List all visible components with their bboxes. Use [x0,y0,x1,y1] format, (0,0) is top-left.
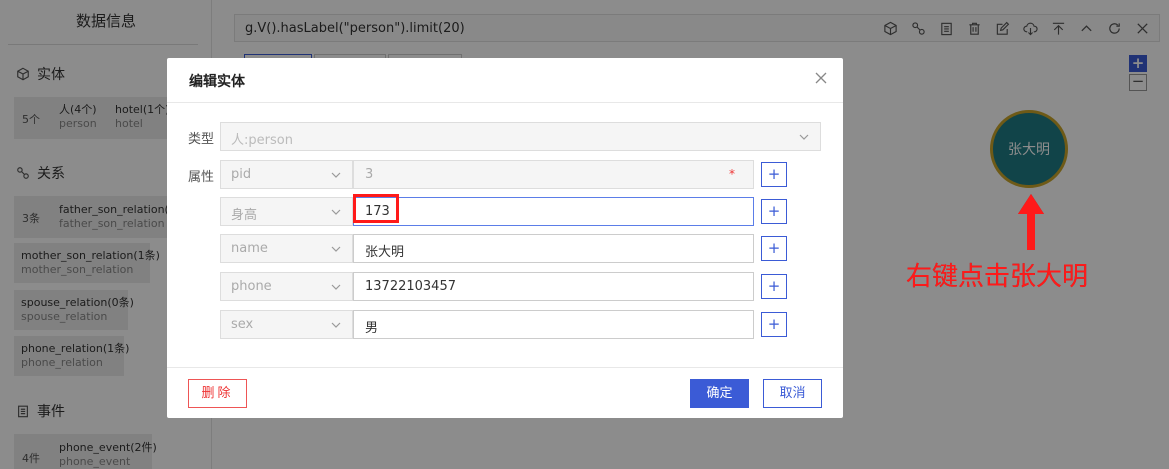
add-attribute-button[interactable]: + [761,312,787,337]
chevron-down-icon [331,284,341,290]
type-label: 类型 [188,132,215,147]
attribute-value: 男 [365,321,379,336]
close-icon[interactable] [813,70,829,86]
attribute-label: 属性 [188,170,215,185]
chevron-down-icon [331,172,341,178]
attribute-key: pid [231,167,252,182]
delete-button[interactable]: 删除 [188,379,247,408]
attribute-value: 张大明 [365,245,405,260]
attribute-key-select[interactable]: name [220,234,353,263]
divider [167,102,843,103]
attribute-value: 3 [365,167,374,182]
modal-overlay-right[interactable] [906,0,1169,469]
divider [167,367,843,368]
dialog-title: 编辑实体 [189,74,245,90]
attribute-key-select[interactable]: sex [220,310,353,339]
chevron-down-icon [799,134,809,140]
attribute-key: sex [231,317,254,332]
attribute-value: 13722103457 [365,279,456,294]
add-attribute-button[interactable]: + [761,199,787,224]
add-attribute-button[interactable]: + [761,236,787,261]
arrow-up-icon [1018,194,1044,214]
attribute-key: phone [231,279,272,294]
add-attribute-button[interactable]: + [761,274,787,299]
annotation-text: 右键点击张大明 [906,262,1089,292]
attribute-key-select[interactable]: 身高 [220,197,353,226]
chevron-down-icon [331,322,341,328]
required-marker: * [729,167,735,181]
attribute-key: 身高 [231,208,258,223]
attribute-value-input[interactable]: 3 * [353,160,754,189]
type-select[interactable]: 人:person [220,122,821,151]
attribute-value-input[interactable]: 13722103457 [353,272,754,301]
add-attribute-button[interactable]: + [761,162,787,187]
confirm-button[interactable]: 确定 [690,379,749,408]
chevron-down-icon [331,209,341,215]
attribute-key: name [231,241,268,256]
chevron-down-icon [331,246,341,252]
arrow-shaft [1027,212,1035,250]
attribute-value-input[interactable]: 张大明 [353,234,754,263]
cancel-button[interactable]: 取消 [763,379,822,408]
attribute-key-select[interactable]: phone [220,272,353,301]
edit-entity-dialog: 编辑实体 类型 人:person 属性 pid 3 * + 身高 173 + n… [167,58,843,418]
type-value: 人:person [231,133,293,148]
attribute-value-input[interactable]: 173 [353,197,754,226]
highlight-box [353,194,399,223]
attribute-value-input[interactable]: 男 [353,310,754,339]
attribute-key-select[interactable]: pid [220,160,353,189]
